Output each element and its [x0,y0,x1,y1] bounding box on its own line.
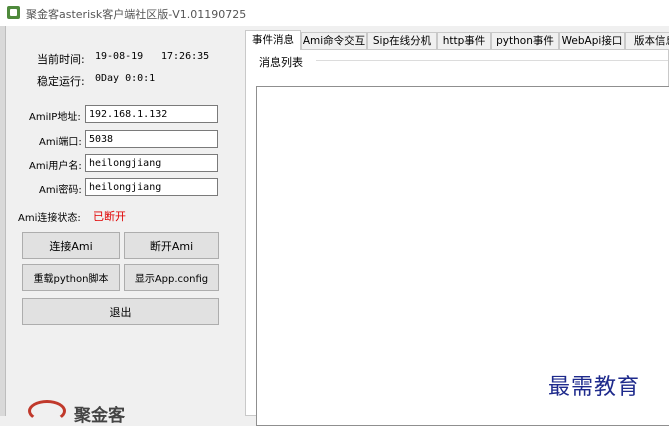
watermark-text: 最需教育 [548,375,641,400]
show-config-button[interactable]: 显示App.config [124,264,219,291]
ami-password-input[interactable]: heilongjiang [85,178,218,196]
ami-port-label: Ami端口: [39,137,82,148]
uptime-value: 0Day 0:0:1 [95,73,156,84]
uptime-label: 稳定运行: [37,75,85,88]
current-date-value: 19-08-19 [95,51,144,62]
title-bar: 聚金客asterisk客户端社区版-V1.01190725 [0,0,669,26]
tab-http-events[interactable]: http事件 [437,32,491,50]
exit-button[interactable]: 退出 [22,298,219,325]
ami-port-input[interactable]: 5038 [85,130,218,148]
logo-text: 聚金客 [74,406,125,426]
ami-status-value: 已断开 [93,210,126,223]
ami-status-label: Ami连接状态: [18,213,81,224]
tab-event-messages[interactable]: 事件消息 [245,30,301,50]
tab-sip-online[interactable]: Sip在线分机 [367,32,437,50]
event-messages-panel: 消息列表 [245,49,669,426]
logo-icon [28,400,66,422]
tab-version-info[interactable]: 版本信息 [625,32,669,50]
tab-webapi[interactable]: WebApi接口 [559,32,625,50]
app-icon [7,6,20,19]
connect-ami-button[interactable]: 连接Ami [22,232,120,259]
window-title: 聚金客asterisk客户端社区版-V1.01190725 [26,8,247,21]
ami-password-label: Ami密码: [39,185,82,196]
reload-python-button[interactable]: 重载python脚本 [22,264,120,291]
ami-user-input[interactable]: heilongjiang [85,154,218,172]
ami-ip-label: AmiIP地址: [29,112,81,123]
message-list-title: 消息列表 [258,54,304,70]
ami-user-label: Ami用户名: [29,161,82,172]
tab-ami-commands[interactable]: Ami命令交互 [301,32,367,50]
disconnect-ami-button[interactable]: 断开Ami [124,232,219,259]
current-clock-value: 17:26:35 [161,51,210,62]
tab-strip: 事件消息 Ami命令交互 Sip在线分机 http事件 python事件 Web… [245,30,669,50]
ami-ip-input[interactable]: 192.168.1.132 [85,105,218,123]
tab-python-events[interactable]: python事件 [491,32,559,50]
current-time-label: 当前时间: [37,53,85,66]
left-edge-strip [0,26,6,416]
group-divider [316,60,668,61]
